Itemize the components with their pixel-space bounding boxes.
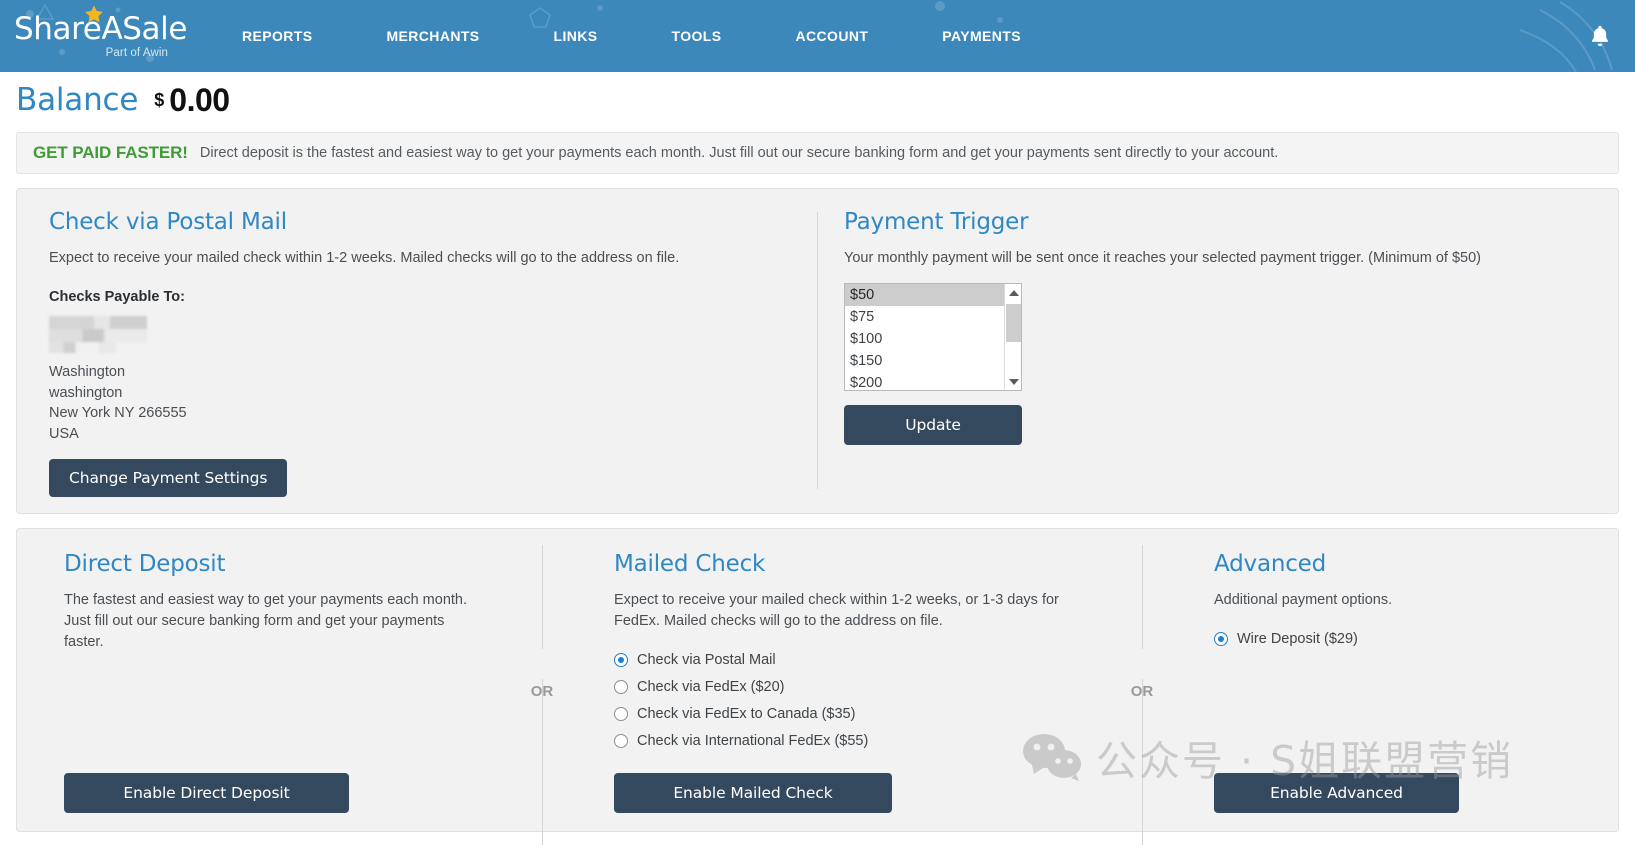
scrollbar-thumb[interactable]: [1006, 304, 1021, 343]
balance-amount: 0.00: [169, 81, 230, 118]
payment-trigger-option[interactable]: $150: [845, 350, 1005, 372]
radio-icon[interactable]: [614, 706, 628, 721]
page-title: Balance: [16, 82, 139, 118]
nav-item-reports[interactable]: REPORTS: [222, 28, 332, 44]
scroll-up-icon[interactable]: [1005, 284, 1021, 302]
payee-address: Washington washington New York NY 266555…: [49, 362, 783, 444]
radio-label: Check via Postal Mail: [637, 651, 776, 668]
payment-trigger-option[interactable]: $75: [845, 306, 1005, 328]
logo-subtitle: Part of Awin: [105, 46, 168, 59]
advanced-title: Advanced: [1214, 551, 1327, 578]
mailed-check-options: Check via Postal Mail Check via FedEx ($…: [614, 646, 1087, 754]
postal-mail-title: Check via Postal Mail: [49, 209, 287, 235]
advanced-description: Additional payment options.: [1214, 592, 1393, 609]
mailed-check-section: Mailed Check Expect to receive your mail…: [567, 551, 1117, 831]
nav-item-payments[interactable]: PAYMENTS: [922, 28, 1041, 44]
nav-item-account[interactable]: ACCOUNT: [776, 28, 889, 44]
radio-label: Check via FedEx to Canada ($35): [637, 705, 856, 722]
payment-methods-card: Direct Deposit The fastest and easiest w…: [16, 528, 1619, 846]
radio-icon[interactable]: [614, 679, 628, 694]
enable-mailed-check-button[interactable]: Enable Mailed Check: [614, 773, 892, 814]
redacted-payee-name: [49, 316, 147, 357]
balance-currency: $: [154, 89, 165, 110]
nav-item-tools[interactable]: TOOLS: [652, 28, 742, 44]
address-line: USA: [49, 425, 79, 442]
update-trigger-button[interactable]: Update: [844, 405, 1022, 446]
payment-trigger-title: Payment Trigger: [844, 209, 1029, 235]
payment-trigger-description: Your monthly payment will be sent once i…: [844, 250, 1481, 266]
payment-trigger-option[interactable]: $50: [845, 284, 1005, 307]
direct-deposit-title: Direct Deposit: [64, 551, 226, 578]
address-line: Washington: [49, 364, 126, 381]
advanced-options: Wire Deposit ($29): [1214, 625, 1588, 652]
radio-check-via-fedex-canada[interactable]: Check via FedEx to Canada ($35): [614, 700, 1087, 727]
bell-icon[interactable]: [1587, 23, 1613, 49]
radio-check-via-postal-mail[interactable]: Check via Postal Mail: [614, 646, 1087, 673]
check-via-postal-mail-section: Check via Postal Mail Expect to receive …: [17, 209, 817, 498]
or-divider-right: OR: [1117, 545, 1167, 846]
payment-trigger-option[interactable]: $100: [845, 328, 1005, 350]
banner-text: Direct deposit is the fastest and easies…: [199, 145, 1279, 161]
payment-settings-card: Check via Postal Mail Expect to receive …: [16, 188, 1619, 515]
advanced-section: Advanced Additional payment options. Wir…: [1167, 551, 1618, 831]
radio-icon[interactable]: [1214, 631, 1228, 646]
banner-headline: GET PAID FASTER!: [33, 143, 188, 162]
radio-check-via-international-fedex[interactable]: Check via International FedEx ($55): [614, 727, 1087, 754]
radio-icon[interactable]: [614, 652, 628, 667]
radio-wire-deposit[interactable]: Wire Deposit ($29): [1214, 625, 1588, 652]
nav-item-merchants[interactable]: MERCHANTS: [366, 28, 499, 44]
shareasale-logo[interactable]: ShareASale Part of Awin: [0, 0, 200, 72]
payment-trigger-option[interactable]: $200: [845, 372, 1005, 390]
payment-trigger-section: Payment Trigger Your monthly payment wil…: [818, 209, 1618, 497]
radio-label: Check via FedEx ($20): [637, 678, 785, 695]
enable-advanced-button[interactable]: Enable Advanced: [1214, 773, 1459, 814]
scroll-down-icon[interactable]: [1005, 373, 1021, 391]
top-navigation-bar: ShareASale Part of Awin REPORTS MERCHANT…: [0, 0, 1635, 72]
radio-icon[interactable]: [614, 733, 628, 748]
direct-deposit-description: The fastest and easiest way to get your …: [64, 592, 467, 651]
checks-payable-to-label: Checks Payable To:: [49, 289, 185, 306]
mailed-check-description: Expect to receive your mailed check with…: [614, 592, 1059, 630]
get-paid-faster-banner: GET PAID FASTER! Direct deposit is the f…: [16, 132, 1619, 174]
main-nav: REPORTS MERCHANTS LINKS TOOLS ACCOUNT PA…: [222, 28, 1058, 44]
radio-label: Wire Deposit ($29): [1237, 630, 1358, 647]
address-line: New York NY 266555: [49, 405, 187, 422]
payment-trigger-select[interactable]: $50 $75 $100 $150 $200: [844, 283, 1022, 392]
address-line: washington: [49, 384, 123, 401]
or-divider-left: OR: [517, 545, 567, 846]
postal-mail-description: Expect to receive your mailed check with…: [49, 250, 680, 266]
nav-item-links[interactable]: LINKS: [534, 28, 618, 44]
mailed-check-title: Mailed Check: [614, 551, 766, 578]
or-label: OR: [1130, 682, 1154, 700]
select-scrollbar[interactable]: [1004, 284, 1021, 391]
enable-direct-deposit-button[interactable]: Enable Direct Deposit: [64, 773, 349, 814]
balance-row: Balance $ 0.00: [0, 72, 1635, 128]
logo-text: ShareASale: [14, 10, 188, 47]
radio-check-via-fedex[interactable]: Check via FedEx ($20): [614, 673, 1087, 700]
radio-label: Check via International FedEx ($55): [637, 732, 869, 749]
star-icon: [85, 5, 103, 23]
change-payment-settings-button[interactable]: Change Payment Settings: [49, 459, 288, 498]
direct-deposit-section: Direct Deposit The fastest and easiest w…: [17, 551, 517, 831]
or-label: OR: [530, 682, 554, 700]
